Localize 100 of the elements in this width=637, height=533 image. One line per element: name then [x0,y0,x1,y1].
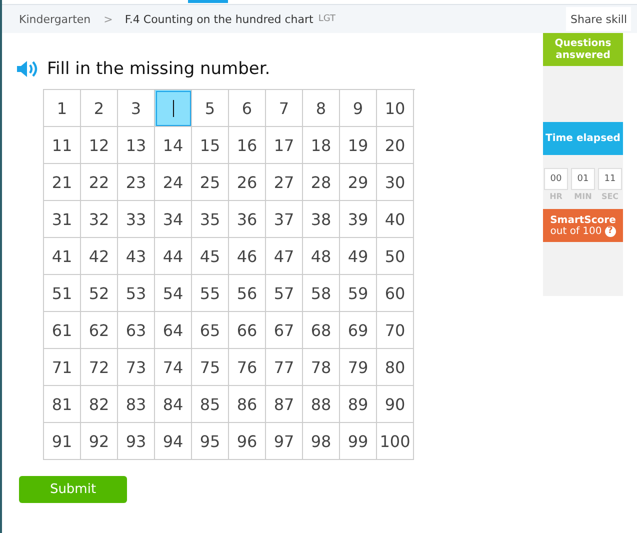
smartscore-subtitle: out of 100 [550,226,602,236]
skill-code: LGT [318,14,336,24]
number-cell: 14 [155,127,192,164]
number-cell: 55 [192,275,229,312]
number-cell: 19 [340,127,377,164]
number-cell: 87 [266,386,303,423]
number-cell: 77 [266,349,303,386]
number-cell: 66 [229,312,266,349]
answer-box[interactable] [155,90,192,127]
number-cell: 65 [192,312,229,349]
number-cell: 36 [229,201,266,238]
number-cell: 10 [377,90,414,127]
number-cell: 53 [118,275,155,312]
number-cell: 29 [340,164,377,201]
number-cell: 12 [81,127,118,164]
speaker-icon[interactable] [16,60,40,78]
number-cell: 27 [266,164,303,201]
number-cell: 20 [377,127,414,164]
number-cell: 8 [303,90,340,127]
number-cell: 74 [155,349,192,386]
number-cell: 6 [229,90,266,127]
number-cell: 89 [340,386,377,423]
number-cell: 61 [44,312,81,349]
number-cell: 75 [192,349,229,386]
time-elapsed-label: Time elapsed [543,122,623,155]
number-cell: 17 [266,127,303,164]
number-cell: 95 [192,423,229,460]
questions-answered-label: Questions answered [543,33,623,66]
number-cell: 48 [303,238,340,275]
number-cell: 96 [229,423,266,460]
number-cell: 57 [266,275,303,312]
number-cell: 86 [229,386,266,423]
skill-title: F.4 Counting on the hundred chart [124,12,314,26]
number-cell: 67 [266,312,303,349]
number-cell: 60 [377,275,414,312]
number-cell: 69 [340,312,377,349]
number-cell: 15 [192,127,229,164]
timer-value: 00 [544,168,568,190]
number-cell: 98 [303,423,340,460]
breadcrumb-separator: > [104,12,113,26]
number-cell: 39 [340,201,377,238]
number-cell: 21 [44,164,81,201]
number-cell: 64 [155,312,192,349]
number-cell: 22 [81,164,118,201]
number-cell: 59 [340,275,377,312]
number-cell: 40 [377,201,414,238]
number-cell: 11 [44,127,81,164]
number-cell: 25 [192,164,229,201]
number-cell: 23 [118,164,155,201]
number-cell: 97 [266,423,303,460]
number-cell: 68 [303,312,340,349]
number-cell: 30 [377,164,414,201]
number-cell: 93 [118,423,155,460]
number-cell: 1 [44,90,81,127]
number-cell: 28 [303,164,340,201]
share-skill-button[interactable]: Share skill [566,7,631,31]
breadcrumb-link[interactable]: Kindergarten [19,12,91,26]
question-prompt: Fill in the missing number. [47,59,270,79]
number-cell: 24 [155,164,192,201]
number-cell: 18 [303,127,340,164]
number-cell: 38 [303,201,340,238]
number-cell: 76 [229,349,266,386]
number-cell: 5 [192,90,229,127]
number-cell: 31 [44,201,81,238]
number-cell: 99 [340,423,377,460]
smartscore-title: SmartScore [550,214,616,226]
number-cell: 43 [118,238,155,275]
number-cell: 9 [340,90,377,127]
number-cell: 90 [377,386,414,423]
number-cell: 13 [118,127,155,164]
number-cell: 70 [377,312,414,349]
number-cell: 42 [81,238,118,275]
number-cell: 52 [81,275,118,312]
number-cell: 71 [44,349,81,386]
number-cell: 47 [266,238,303,275]
number-cell: 26 [229,164,266,201]
number-cell: 34 [155,201,192,238]
number-cell: 80 [377,349,414,386]
number-cell: 45 [192,238,229,275]
number-cell: 100 [377,423,414,460]
number-cell: 56 [229,275,266,312]
number-cell: 84 [155,386,192,423]
number-cell: 73 [118,349,155,386]
number-cell: 2 [81,90,118,127]
timer-value: 11 [598,168,622,190]
active-tab-indicator [188,0,228,3]
number-cell: 50 [377,238,414,275]
number-cell: 92 [81,423,118,460]
number-cell: 7 [266,90,303,127]
number-cell: 81 [44,386,81,423]
number-cell: 91 [44,423,81,460]
number-cell: 79 [340,349,377,386]
number-cell: 44 [155,238,192,275]
number-cell: 51 [44,275,81,312]
number-cell: 62 [81,312,118,349]
number-cell: 94 [155,423,192,460]
number-cell: 32 [81,201,118,238]
number-cell: 41 [44,238,81,275]
number-cell: 72 [81,349,118,386]
number-cell: 49 [340,238,377,275]
